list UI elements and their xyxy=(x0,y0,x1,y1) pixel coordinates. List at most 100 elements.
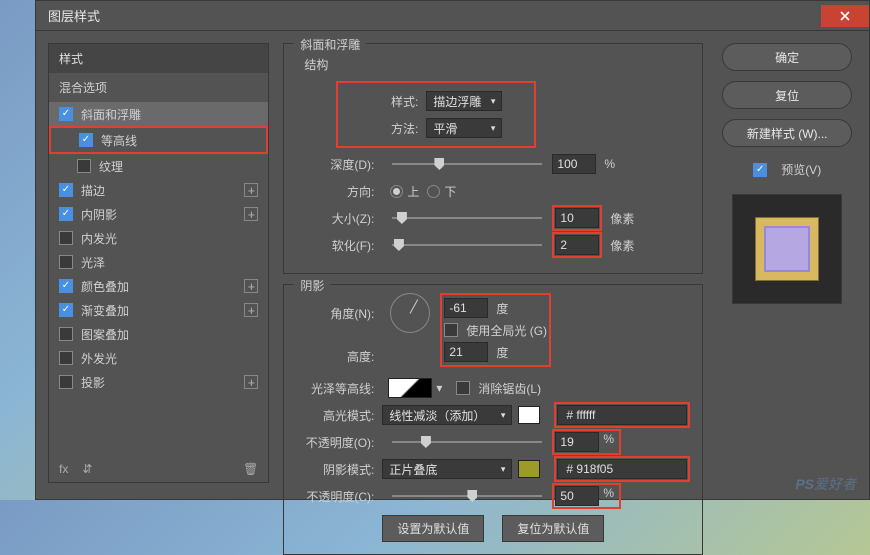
size-label: 大小(Z): xyxy=(296,210,382,227)
style-label: 外发光 xyxy=(81,350,117,367)
highlight-opacity-slider[interactable] xyxy=(392,441,542,443)
chevron-down-icon[interactable]: ▾ xyxy=(436,381,442,395)
style-checkbox[interactable] xyxy=(59,375,73,389)
global-light-checkbox[interactable] xyxy=(444,323,458,337)
shadow-color-swatch[interactable] xyxy=(518,460,540,478)
add-effect-icon[interactable]: + xyxy=(244,279,258,293)
highlight-opacity-label: 不透明度(O): xyxy=(296,434,382,451)
chevron-down-icon: ▾ xyxy=(501,464,506,475)
shadow-mode-select[interactable]: 正片叠底▾ xyxy=(382,459,512,479)
layer-style-dialog: 图层样式 样式 混合选项 斜面和浮雕等高线纹理描边+内阴影+内发光光泽颜色叠加+… xyxy=(35,0,870,500)
highlight-color-swatch[interactable] xyxy=(518,406,540,424)
reset-default-button[interactable]: 复位为默认值 xyxy=(502,515,604,542)
bevel-group: 斜面和浮雕 结构 样式: 描边浮雕▾ 方法: 平滑▾ 深度(D): 100 xyxy=(283,43,703,274)
antialias-checkbox[interactable] xyxy=(456,381,470,395)
style-label: 颜色叠加 xyxy=(81,278,129,295)
style-row-6[interactable]: 光泽 xyxy=(49,250,268,274)
add-effect-icon[interactable]: + xyxy=(244,303,258,317)
style-checkbox[interactable] xyxy=(59,107,73,121)
gloss-contour-label: 光泽等高线: xyxy=(296,380,382,397)
style-label: 光泽 xyxy=(81,254,105,271)
style-row-10[interactable]: 外发光 xyxy=(49,346,268,370)
watermark: PS爱好者 xyxy=(795,474,856,494)
technique-select[interactable]: 平滑▾ xyxy=(426,118,502,138)
new-style-button[interactable]: 新建样式 (W)... xyxy=(722,119,852,147)
style-checkbox[interactable] xyxy=(59,327,73,341)
style-row-2[interactable]: 纹理 xyxy=(49,154,268,178)
preview-box xyxy=(732,194,842,304)
angle-input[interactable]: -61 xyxy=(444,298,488,318)
cancel-button[interactable]: 复位 xyxy=(722,81,852,109)
add-effect-icon[interactable]: + xyxy=(244,183,258,197)
soften-input[interactable]: 2 xyxy=(555,235,599,255)
depth-slider[interactable] xyxy=(392,163,542,165)
style-checkbox[interactable] xyxy=(59,351,73,365)
style-checkbox[interactable] xyxy=(59,231,73,245)
style-row-5[interactable]: 内发光 xyxy=(49,226,268,250)
depth-label: 深度(D): xyxy=(296,156,382,173)
highlight-hex-input[interactable]: # ffffff xyxy=(557,405,687,425)
shadow-opacity-slider[interactable] xyxy=(392,495,542,497)
style-label: 纹理 xyxy=(99,158,123,175)
chevron-down-icon: ▾ xyxy=(491,96,496,107)
close-icon xyxy=(840,11,850,21)
style-label: 图案叠加 xyxy=(81,326,129,343)
altitude-label: 高度: xyxy=(296,348,382,365)
titlebar: 图层样式 xyxy=(36,1,869,31)
structure-title: 结构 xyxy=(304,56,690,73)
style-label: 内阴影 xyxy=(81,206,117,223)
style-row-0[interactable]: 斜面和浮雕 xyxy=(49,102,268,126)
shadow-opacity-input[interactable]: 50 xyxy=(555,486,599,506)
highlight-opacity-input[interactable]: 19 xyxy=(555,432,599,452)
depth-input[interactable]: 100 xyxy=(552,154,596,174)
style-row-11[interactable]: 投影+ xyxy=(49,370,268,394)
style-row-7[interactable]: 颜色叠加 + xyxy=(49,274,268,298)
trash-icon[interactable]: 🗑 xyxy=(243,462,258,476)
shading-title: 阴影 xyxy=(294,277,330,294)
direction-down-radio[interactable] xyxy=(427,185,440,198)
make-default-button[interactable]: 设置为默认值 xyxy=(382,515,484,542)
dialog-buttons-panel: 确定 复位 新建样式 (W)... 预览(V) xyxy=(717,43,857,487)
style-row-1[interactable]: 等高线 xyxy=(51,128,266,152)
style-checkbox[interactable] xyxy=(59,207,73,221)
style-label: 内发光 xyxy=(81,230,117,247)
add-effect-icon[interactable]: + xyxy=(244,375,258,389)
gloss-contour-picker[interactable] xyxy=(388,378,432,398)
size-slider[interactable] xyxy=(392,217,542,219)
styles-footer: fx ⇵ 🗑 xyxy=(59,462,258,476)
chevron-down-icon: ▾ xyxy=(491,123,496,134)
style-checkbox[interactable] xyxy=(59,255,73,269)
shadow-opacity-label: 不透明度(C): xyxy=(296,488,382,505)
preview-checkbox[interactable] xyxy=(753,163,767,177)
altitude-input[interactable]: 21 xyxy=(444,342,488,362)
style-checkbox[interactable] xyxy=(59,303,73,317)
direction-label: 方向: xyxy=(296,183,382,200)
style-row-9[interactable]: 图案叠加 xyxy=(49,322,268,346)
shadow-hex-input[interactable]: # 918f05 xyxy=(557,459,687,479)
style-checkbox[interactable] xyxy=(77,159,91,173)
angle-label: 角度(N): xyxy=(296,293,382,322)
angle-dial[interactable] xyxy=(390,293,430,333)
add-effect-icon[interactable]: + xyxy=(244,207,258,221)
highlight-mode-select[interactable]: 线性减淡（添加）▾ xyxy=(382,405,512,425)
ok-button[interactable]: 确定 xyxy=(722,43,852,71)
style-row-3[interactable]: 描边+ xyxy=(49,178,268,202)
style-checkbox[interactable] xyxy=(59,279,73,293)
blending-options-row[interactable]: 混合选项 xyxy=(49,73,268,102)
up-down-icon[interactable]: ⇵ xyxy=(82,462,92,476)
size-input[interactable]: 10 xyxy=(555,208,599,228)
style-checkbox[interactable] xyxy=(79,133,93,147)
style-select[interactable]: 描边浮雕▾ xyxy=(426,91,502,111)
settings-panel: 斜面和浮雕 结构 样式: 描边浮雕▾ 方法: 平滑▾ 深度(D): 100 xyxy=(283,43,703,487)
style-label: 斜面和浮雕 xyxy=(81,106,141,123)
close-button[interactable] xyxy=(821,5,869,27)
technique-label: 方法: xyxy=(340,120,426,137)
style-row-8[interactable]: 渐变叠加+ xyxy=(49,298,268,322)
style-label: 等高线 xyxy=(101,132,137,149)
soften-slider[interactable] xyxy=(392,244,542,246)
style-row-4[interactable]: 内阴影 + xyxy=(49,202,268,226)
shadow-mode-label: 阴影模式: xyxy=(296,461,382,478)
fx-icon[interactable]: fx xyxy=(59,462,68,476)
direction-up-radio[interactable] xyxy=(390,185,403,198)
style-checkbox[interactable] xyxy=(59,183,73,197)
